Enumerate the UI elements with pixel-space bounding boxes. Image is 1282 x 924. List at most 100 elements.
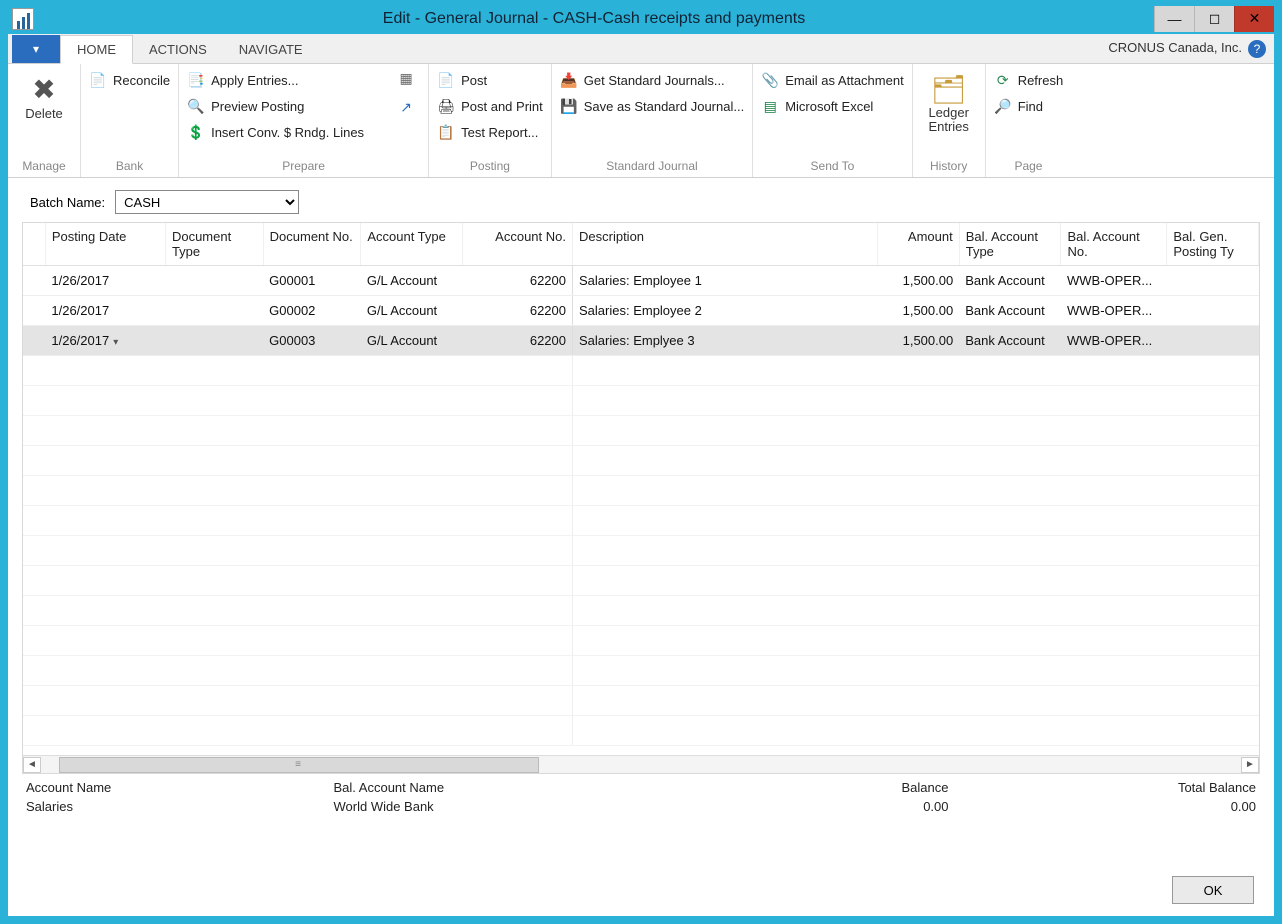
table-row[interactable] bbox=[23, 416, 1259, 446]
cell-amt[interactable]: 1,500.00 bbox=[878, 296, 959, 326]
cell-ano[interactable]: 62200 bbox=[463, 326, 573, 356]
excel-button[interactable]: ▤Microsoft Excel bbox=[761, 96, 904, 116]
cell-bno[interactable]: WWB-OPER... bbox=[1061, 266, 1167, 296]
col-posting-date[interactable]: Posting Date bbox=[45, 223, 165, 266]
col-doc-type[interactable]: Document Type bbox=[165, 223, 263, 266]
col-bal-no[interactable]: Bal. Account No. bbox=[1061, 223, 1167, 266]
post-button[interactable]: 📄Post bbox=[437, 70, 543, 90]
col-description[interactable]: Description bbox=[573, 223, 878, 266]
cell-bno[interactable]: WWB-OPER... bbox=[1061, 296, 1167, 326]
prepare-extra1-icon[interactable]: ▦ bbox=[399, 70, 412, 87]
table-row[interactable] bbox=[23, 506, 1259, 536]
cell-dtype[interactable] bbox=[165, 326, 263, 356]
table-row[interactable] bbox=[23, 596, 1259, 626]
table-row[interactable] bbox=[23, 386, 1259, 416]
cell-atype[interactable]: G/L Account bbox=[361, 326, 463, 356]
scroll-left-icon[interactable]: ◄ bbox=[23, 757, 41, 773]
table-row[interactable] bbox=[23, 656, 1259, 686]
col-acct-type[interactable]: Account Type bbox=[361, 223, 463, 266]
get-std-icon: 📥 bbox=[560, 71, 578, 89]
col-acct-no[interactable]: Account No. bbox=[463, 223, 573, 266]
table-row[interactable] bbox=[23, 476, 1259, 506]
reconcile-button[interactable]: 📄 Reconcile bbox=[89, 70, 170, 90]
preview-posting-button[interactable]: 🔍Preview Posting bbox=[187, 96, 364, 116]
get-standard-button[interactable]: 📥Get Standard Journals... bbox=[560, 70, 744, 90]
col-bal-gen[interactable]: Bal. Gen. Posting Ty bbox=[1167, 223, 1259, 266]
ledger-entries-button[interactable]: 🗂 Ledger Entries bbox=[921, 68, 977, 134]
minimize-button[interactable]: — bbox=[1154, 6, 1194, 32]
col-amount[interactable]: Amount bbox=[878, 223, 959, 266]
delete-icon: ✖ bbox=[27, 72, 61, 106]
cell-date[interactable]: 1/26/2017 bbox=[45, 296, 165, 326]
table-row[interactable] bbox=[23, 356, 1259, 386]
insert-conv-button[interactable]: 💲Insert Conv. $ Rndg. Lines bbox=[187, 122, 364, 142]
h-scrollbar[interactable]: ◄ ≡ ► bbox=[23, 755, 1259, 773]
cell-date[interactable]: 1/26/2017 bbox=[45, 266, 165, 296]
table-row[interactable]: 1/26/2017▾ G00003G/L Account62200Salaries… bbox=[23, 326, 1259, 356]
cell-btype[interactable]: Bank Account bbox=[959, 266, 1061, 296]
col-doc-no[interactable]: Document No. bbox=[263, 223, 361, 266]
col-selector[interactable] bbox=[23, 223, 45, 266]
table-row[interactable] bbox=[23, 536, 1259, 566]
tab-actions[interactable]: ACTIONS bbox=[133, 36, 223, 63]
close-button[interactable]: ✕ bbox=[1234, 6, 1274, 32]
preview-label: Preview Posting bbox=[211, 99, 304, 114]
batch-select[interactable]: CASH bbox=[115, 190, 299, 214]
table-row[interactable] bbox=[23, 716, 1259, 746]
cell-desc[interactable]: Salaries: Employee 2 bbox=[573, 296, 878, 326]
cell-amt[interactable]: 1,500.00 bbox=[878, 326, 959, 356]
cell-desc[interactable]: Salaries: Employee 1 bbox=[573, 266, 878, 296]
balance-value: 0.00 bbox=[641, 795, 949, 814]
cell-ano[interactable]: 62200 bbox=[463, 266, 573, 296]
help-icon[interactable]: ? bbox=[1248, 40, 1266, 58]
cell-bno[interactable]: WWB-OPER... bbox=[1061, 326, 1167, 356]
table-row[interactable] bbox=[23, 446, 1259, 476]
delete-button[interactable]: ✖ Delete bbox=[16, 68, 72, 121]
apply-entries-button[interactable]: 📑Apply Entries... bbox=[187, 70, 364, 90]
post-label: Post bbox=[461, 73, 487, 88]
cell-btype[interactable]: Bank Account bbox=[959, 296, 1061, 326]
find-icon: 🔎 bbox=[994, 97, 1012, 115]
cell-amt[interactable]: 1,500.00 bbox=[878, 266, 959, 296]
table-row[interactable] bbox=[23, 566, 1259, 596]
tab-navigate[interactable]: NAVIGATE bbox=[223, 36, 319, 63]
apply-label: Apply Entries... bbox=[211, 73, 298, 88]
scroll-right-icon[interactable]: ► bbox=[1241, 757, 1259, 773]
cell-dno[interactable]: G00003 bbox=[263, 326, 361, 356]
cell-atype[interactable]: G/L Account bbox=[361, 296, 463, 326]
save-standard-button[interactable]: 💾Save as Standard Journal... bbox=[560, 96, 744, 116]
refresh-button[interactable]: ⟳Refresh bbox=[994, 70, 1064, 90]
table-row[interactable]: 1/26/2017 G00002G/L Account62200Salaries:… bbox=[23, 296, 1259, 326]
cell-bgen[interactable] bbox=[1167, 296, 1259, 326]
testreport-icon: 📋 bbox=[437, 123, 455, 141]
col-bal-type[interactable]: Bal. Account Type bbox=[959, 223, 1061, 266]
cell-btype[interactable]: Bank Account bbox=[959, 326, 1061, 356]
header-row: Posting Date Document Type Document No. … bbox=[23, 223, 1259, 266]
cell-bgen[interactable] bbox=[1167, 266, 1259, 296]
cell-date[interactable]: 1/26/2017▾ bbox=[45, 326, 165, 356]
cell-dtype[interactable] bbox=[165, 296, 263, 326]
table-row[interactable] bbox=[23, 626, 1259, 656]
maximize-button[interactable]: ◻ bbox=[1194, 6, 1234, 32]
file-tab[interactable]: ▾ bbox=[12, 35, 60, 63]
cell-dtype[interactable] bbox=[165, 266, 263, 296]
reconcile-icon: 📄 bbox=[89, 71, 107, 89]
table-row[interactable] bbox=[23, 686, 1259, 716]
cell-ano[interactable]: 62200 bbox=[463, 296, 573, 326]
refresh-icon: ⟳ bbox=[994, 71, 1012, 89]
ok-button[interactable]: OK bbox=[1172, 876, 1254, 904]
table-row[interactable]: 1/26/2017 G00001G/L Account62200Salaries:… bbox=[23, 266, 1259, 296]
tab-home[interactable]: HOME bbox=[60, 35, 133, 64]
cell-bgen[interactable] bbox=[1167, 326, 1259, 356]
test-report-button[interactable]: 📋Test Report... bbox=[437, 122, 543, 142]
cell-dno[interactable]: G00002 bbox=[263, 296, 361, 326]
email-button[interactable]: 📎Email as Attachment bbox=[761, 70, 904, 90]
cell-desc[interactable]: Salaries: Emplyee 3 bbox=[573, 326, 878, 356]
post-print-button[interactable]: 🖨Post and Print bbox=[437, 96, 543, 116]
scroll-thumb[interactable]: ≡ bbox=[59, 757, 539, 773]
chevron-down-icon[interactable]: ▾ bbox=[109, 337, 118, 348]
cell-dno[interactable]: G00001 bbox=[263, 266, 361, 296]
cell-atype[interactable]: G/L Account bbox=[361, 266, 463, 296]
find-button[interactable]: 🔎Find bbox=[994, 96, 1064, 116]
prepare-extra2-icon[interactable]: ↗ bbox=[400, 99, 412, 116]
